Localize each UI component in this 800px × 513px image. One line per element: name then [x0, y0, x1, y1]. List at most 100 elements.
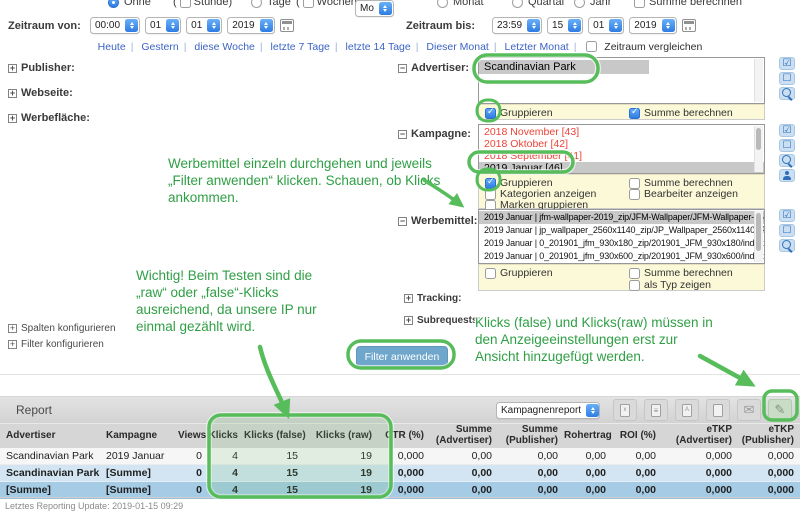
deselect-all-icon[interactable] — [779, 72, 795, 85]
interval-checkbox-stunde[interactable] — [180, 0, 191, 8]
report-type-select[interactable]: Kampagnenreport — [496, 402, 600, 419]
export-pdf-icon[interactable] — [675, 399, 699, 421]
email-report-icon[interactable] — [737, 399, 761, 421]
kampagne-list-item[interactable]: 2018 September [41] — [479, 150, 764, 162]
col-summe-advertiser[interactable]: Summe (Advertiser) — [430, 424, 498, 449]
col-klicks-raw[interactable]: Klicks (raw) — [304, 424, 378, 449]
advertiser-listbox[interactable]: Scandinavian Park — [478, 57, 765, 104]
link-letzte-14-tage[interactable]: letzte 14 Tage — [346, 41, 411, 53]
interval-radio-quartal[interactable] — [512, 0, 523, 8]
scrollbar[interactable] — [754, 211, 763, 262]
link-gestern[interactable]: Gestern — [141, 41, 178, 53]
expand-plus-icon[interactable] — [8, 89, 17, 98]
stepper-icon[interactable] — [568, 19, 581, 32]
advertiser-gruppieren-checkbox[interactable] — [485, 108, 496, 119]
zeitraum-vergleichen-checkbox[interactable] — [586, 41, 597, 52]
advertiser-list-item-selected[interactable]: Scandinavian Park — [479, 60, 649, 74]
stepper-icon[interactable] — [207, 19, 220, 32]
von-month-select[interactable]: 01 — [186, 17, 222, 34]
interval-radio-ohne[interactable] — [108, 0, 119, 8]
interval-checkbox-summe[interactable] — [634, 0, 645, 8]
col-kampagne[interactable]: Kampagne — [100, 424, 178, 449]
spalten-konfigurieren[interactable]: Spalten konfigurieren — [8, 323, 116, 334]
stepper-icon[interactable] — [609, 19, 622, 32]
col-summe-publisher[interactable]: Summe (Publisher) — [498, 424, 564, 449]
expand-plus-icon[interactable] — [8, 114, 17, 123]
search-icon[interactable] — [779, 87, 795, 100]
col-roi[interactable]: ROI (%) — [612, 424, 662, 449]
export-doc-icon[interactable] — [644, 399, 668, 421]
col-etkp-advertiser[interactable]: eTKP (Advertiser) — [662, 424, 738, 449]
link-heute[interactable]: Heute — [98, 41, 126, 53]
interval-radio-tage[interactable] — [251, 0, 262, 8]
interval-checkbox-wochentage[interactable] — [303, 0, 314, 8]
stepper-icon[interactable] — [166, 19, 179, 32]
filter-anwenden-button[interactable]: Filter anwenden — [356, 346, 448, 367]
link-dieser-monat[interactable]: Dieser Monat — [426, 41, 488, 53]
search-icon[interactable] — [779, 154, 795, 167]
select-all-icon[interactable] — [779, 124, 795, 137]
col-klicks-false[interactable]: Klicks (false) — [244, 424, 304, 449]
col-views[interactable]: Views — [178, 424, 208, 449]
stepper-icon[interactable] — [586, 404, 599, 417]
scrollbar[interactable] — [754, 59, 763, 102]
von-year-select[interactable]: 2019 — [227, 17, 274, 34]
interval-radio-jahr[interactable] — [574, 0, 585, 8]
bis-year-select[interactable]: 2019 — [629, 17, 676, 34]
export-excel-icon[interactable] — [613, 399, 637, 421]
user-icon[interactable] — [779, 169, 795, 182]
calendar-icon[interactable] — [280, 19, 294, 32]
kampagne-listbox[interactable]: 2018 November [43] 2018 Oktober [42] 201… — [478, 124, 765, 174]
collapse-minus-icon[interactable] — [398, 64, 407, 73]
collapse-minus-icon[interactable] — [398, 217, 407, 226]
scrollbar-thumb[interactable] — [756, 213, 761, 251]
select-all-icon[interactable] — [779, 57, 795, 70]
werbemittel-gruppieren-checkbox[interactable] — [485, 268, 496, 279]
expand-plus-icon[interactable] — [404, 294, 413, 303]
advertiser-summe-checkbox[interactable] — [629, 108, 640, 119]
bis-month-select[interactable]: 01 — [588, 17, 624, 34]
stepper-icon[interactable] — [527, 19, 540, 32]
link-letzte-7-tage[interactable]: letzte 7 Tage — [271, 41, 330, 53]
als-typ-zeigen-checkbox[interactable] — [629, 280, 640, 291]
kampagne-list-item-selected[interactable]: 2019 Januar [46] — [479, 162, 764, 174]
stepper-icon[interactable] — [125, 19, 138, 32]
scrollbar[interactable] — [754, 126, 763, 172]
kampagne-list-item[interactable]: 2018 Oktober [42] — [479, 138, 764, 150]
link-diese-woche[interactable]: diese Woche — [194, 41, 255, 53]
filter-konfigurieren[interactable]: Filter konfigurieren — [8, 339, 104, 350]
col-klicks[interactable]: Klicks — [208, 424, 244, 449]
weekday-select[interactable]: Mo — [355, 0, 394, 17]
bearbeiter-anzeigen-checkbox[interactable] — [629, 189, 640, 200]
kategorien-anzeigen-checkbox[interactable] — [485, 189, 496, 200]
link-letzter-monat[interactable]: Letzter Monat — [505, 41, 569, 53]
col-rohertrag[interactable]: Rohertrag — [564, 424, 612, 449]
expand-plus-icon[interactable] — [404, 316, 413, 325]
werbemittel-list-item[interactable]: 2019 Januar | jp_wallpaper_2560x1140_zip… — [479, 224, 764, 237]
scrollbar-thumb[interactable] — [756, 128, 761, 150]
calendar-icon[interactable] — [682, 19, 696, 32]
kampagne-gruppieren-checkbox[interactable] — [485, 178, 496, 189]
select-all-icon[interactable] — [779, 209, 795, 222]
von-day-select[interactable]: 01 — [145, 17, 181, 34]
edit-pencil-icon[interactable] — [768, 399, 792, 421]
col-ctr[interactable]: CTR (%) — [378, 424, 430, 449]
werbemittel-listbox[interactable]: 2019 Januar | jfm-wallpaper-2019_zip/JFM… — [478, 209, 765, 264]
bis-time-select[interactable]: 23:59 — [492, 17, 542, 34]
werbemittel-list-item[interactable]: 2019 Januar | 0_201901_jfm_930x600_zip/2… — [479, 250, 764, 263]
kampagne-list-item[interactable]: 2018 November [43] — [479, 126, 764, 138]
search-icon[interactable] — [779, 239, 795, 252]
werbemittel-list-item[interactable]: 2019 Januar | 0_201901_jfm_930x180_zip/2… — [479, 237, 764, 250]
stepper-icon[interactable] — [379, 2, 392, 15]
bis-day-select[interactable]: 15 — [547, 17, 583, 34]
stepper-icon[interactable] — [260, 19, 273, 32]
deselect-all-icon[interactable] — [779, 139, 795, 152]
col-advertiser[interactable]: Advertiser — [0, 424, 100, 449]
stepper-icon[interactable] — [662, 19, 675, 32]
deselect-all-icon[interactable] — [779, 224, 795, 237]
werbemittel-summe-checkbox[interactable] — [629, 268, 640, 279]
interval-radio-monat[interactable] — [437, 0, 448, 8]
expand-plus-icon[interactable] — [8, 64, 17, 73]
kampagne-summe-checkbox[interactable] — [629, 178, 640, 189]
von-time-select[interactable]: 00:00 — [90, 17, 140, 34]
